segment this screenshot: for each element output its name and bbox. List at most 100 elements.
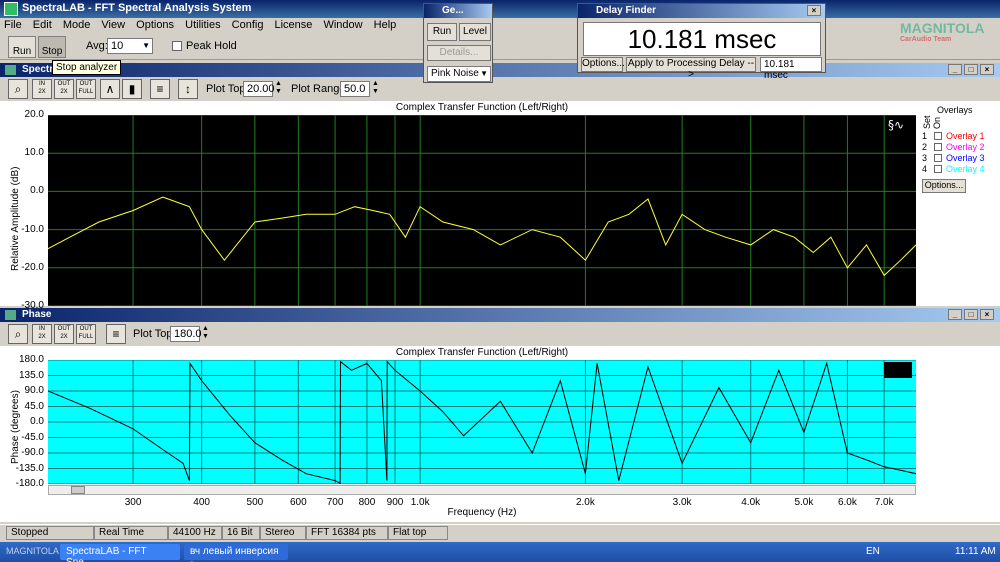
menu-window[interactable]: Window (319, 18, 366, 32)
zoom-in-x-icon[interactable]: IN 2X (32, 79, 52, 99)
delay-finder-titlebar: Delay Finder × (578, 4, 825, 18)
zoom-icon[interactable]: ⌕ (8, 79, 28, 99)
overlay-number[interactable]: 4 (922, 164, 927, 174)
menu-config[interactable]: Config (228, 18, 268, 32)
zoom-out-x-icon[interactable]: OUT 2X (54, 324, 74, 344)
properties-icon[interactable]: ≡ (150, 79, 170, 99)
phase-y-tick: 0.0 (30, 416, 44, 427)
overlay-checkbox[interactable] (934, 132, 942, 140)
clock: 11:11 AM (955, 546, 996, 557)
overlay-label: Overlay 3 (946, 153, 985, 163)
phase-scrollbar[interactable] (48, 485, 916, 495)
phase-plot-top-spinner[interactable]: ▲ ▼ (202, 325, 209, 341)
run-button-label: Run (12, 46, 32, 57)
spectrum-toolbar: ⌕ IN 2X OUT 2X OUT FULL ∧ ▮ ≡ ↕ Plot Top: 2… (0, 77, 1000, 101)
spectrum-y-tick: -20.0 (21, 261, 44, 273)
properties-icon[interactable]: ≡ (106, 324, 126, 344)
status-fft: FFT 16384 pts (306, 526, 388, 540)
overlay-options-label: Options... (924, 180, 964, 190)
menu-edit[interactable]: Edit (29, 18, 56, 32)
stop-button[interactable]: Stop (38, 36, 66, 58)
overlay-options-button[interactable]: Options... (922, 179, 966, 193)
plot-range-spinner[interactable]: ▲ ▼ (372, 80, 379, 96)
chevron-down-icon: ▼ (142, 41, 150, 50)
menu-utilities[interactable]: Utilities (181, 18, 224, 32)
task-document-label: вч левый инверсия - ... (190, 546, 279, 562)
overlay-number[interactable]: 2 (922, 142, 927, 152)
menu-mode[interactable]: Mode (59, 18, 95, 32)
chevron-down-icon: ▼ (480, 69, 488, 78)
app-icon (4, 2, 18, 16)
overlay-number[interactable]: 3 (922, 153, 927, 163)
overlay-number[interactable]: 1 (922, 131, 927, 141)
brand-name: MAGNITOLA (900, 20, 985, 36)
main-toolbar: Run Stop Avg: 10 ▼ Peak Hold (0, 34, 1000, 60)
plot-range-value: 50.0 (344, 83, 366, 95)
avg-select[interactable]: 10 ▼ (107, 38, 153, 54)
zoom-icon[interactable]: ⌕ (8, 324, 28, 344)
brand-logo: MAGNITOLA CarAudio Team (900, 20, 985, 43)
menu-options[interactable]: Options (132, 18, 178, 32)
cursor-icon[interactable]: ↕ (178, 79, 198, 99)
maximize-icon[interactable]: □ (964, 64, 978, 75)
phase-plot-top-input[interactable]: 180.0 (170, 326, 202, 342)
plot-top-input[interactable]: 20.00 (243, 81, 275, 97)
plot-top-spinner[interactable]: ▲ ▼ (275, 80, 282, 96)
zoom-out-full-icon[interactable]: OUT FULL (76, 324, 96, 344)
spectrum-panel-title: Spectrum _ □ × (0, 63, 1000, 77)
menubar: File Edit Mode View Options Utilities Co… (0, 18, 1000, 34)
spectrum-y-tick: -10.0 (21, 223, 44, 235)
signal-icon: §∿ (888, 118, 904, 132)
zoom-in-x-icon[interactable]: IN 2X (32, 324, 52, 344)
spectrum-y-tick: 10.0 (24, 147, 44, 159)
task-document[interactable]: вч левый инверсия - ... (184, 544, 288, 562)
app-titlebar: SpectraLAB - FFT Spectral Analysis Syste… (0, 0, 1000, 18)
status-channels: Stereo (260, 526, 306, 540)
peak-hold-checkbox[interactable] (172, 41, 182, 51)
scrollbar-thumb[interactable] (71, 486, 85, 494)
bar-plot-icon[interactable]: ▮ (122, 79, 142, 99)
spectrum-window-buttons: _ □ × (946, 64, 994, 75)
menu-view[interactable]: View (97, 18, 129, 32)
task-spectralab[interactable]: SpectraLAB - FFT Spe... (60, 544, 180, 562)
delay-options-button[interactable]: Options... (581, 57, 625, 72)
zoom-out-x-icon[interactable]: OUT 2X (54, 79, 74, 99)
close-icon[interactable]: × (980, 309, 994, 320)
generator-level-label: Level (463, 26, 487, 37)
phase-plot-top-value: 180.0 (174, 328, 202, 340)
menu-help[interactable]: Help (370, 18, 401, 32)
app-title: SpectraLAB - FFT Spectral Analysis Syste… (22, 2, 252, 14)
status-window: Flat top (388, 526, 448, 540)
minimize-icon[interactable]: _ (948, 309, 962, 320)
apply-delay-button[interactable]: Apply to Processing Delay --> (626, 57, 756, 80)
generator-level-button[interactable]: Level (459, 23, 491, 41)
phase-toolbar: ⌕ IN 2X OUT 2X OUT FULL ≡ Plot Top: 180.0 ▲… (0, 322, 1000, 346)
phase-plot[interactable] (48, 360, 916, 484)
menu-license[interactable]: License (271, 18, 317, 32)
spectrum-plot[interactable]: §∿ (48, 115, 916, 306)
line-plot-icon[interactable]: ∧ (100, 79, 120, 99)
overlay-checkbox[interactable] (934, 165, 942, 173)
phase-y-tick: -90.0 (21, 447, 44, 458)
close-icon[interactable]: × (980, 64, 994, 75)
language-indicator[interactable]: EN (866, 546, 880, 557)
phase-icon (5, 310, 16, 320)
phase-y-tick: -135.0 (15, 462, 44, 474)
close-icon[interactable]: × (807, 5, 821, 16)
delay-options-label: Options... (582, 58, 625, 69)
status-bits: 16 Bit (222, 526, 260, 540)
run-button[interactable]: Run (8, 36, 36, 58)
phase-y-tick: 135.0 (18, 369, 44, 381)
plot-range-input[interactable]: 50.0 (340, 81, 370, 97)
minimize-icon[interactable]: _ (948, 64, 962, 75)
generator-run-button[interactable]: Run (427, 23, 457, 41)
generator-details-button[interactable]: Details... (427, 45, 491, 61)
maximize-icon[interactable]: □ (964, 309, 978, 320)
zoom-out-full-icon[interactable]: OUT FULL (76, 79, 96, 99)
tooltip: Stop analyzer (52, 60, 122, 75)
signal-select[interactable]: Pink Noise ▼ (427, 66, 491, 82)
delay-value-field[interactable]: 10.181 msec (760, 57, 822, 81)
overlay-checkbox[interactable] (934, 154, 942, 162)
menu-file[interactable]: File (0, 18, 26, 32)
overlay-checkbox[interactable] (934, 143, 942, 151)
